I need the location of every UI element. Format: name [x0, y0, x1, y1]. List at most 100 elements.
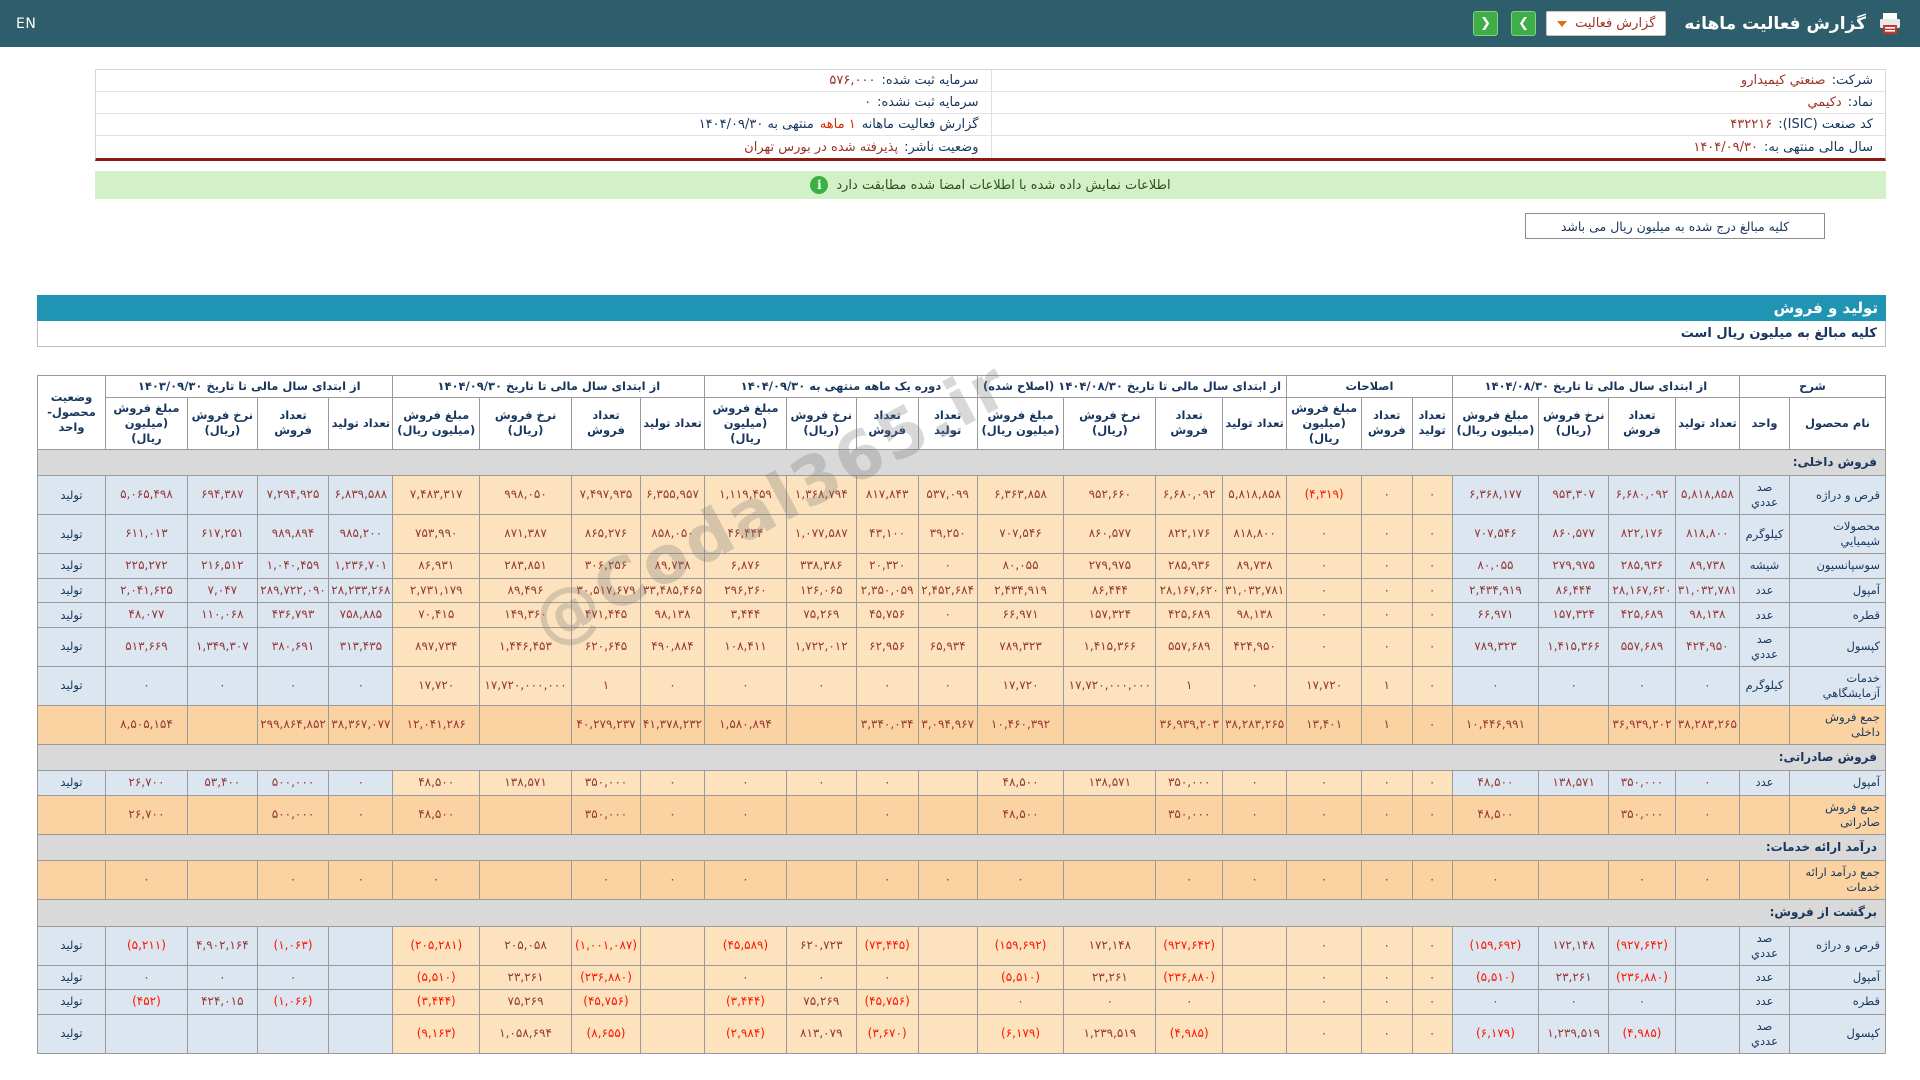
- column-header: مبلغ فروش (میلیون ریال): [976, 396, 1065, 450]
- value-cell: (۲۳۶,۸۸۰): [1155, 964, 1224, 991]
- value-cell: ۰: [1451, 860, 1540, 901]
- value-cell: ۱۲۶,۰۶۵: [785, 577, 857, 604]
- section-row: درآمد ارائه خدمات:: [37, 833, 1886, 862]
- value-cell: ۲۸۹,۷۲۲,۰۹۰: [256, 577, 330, 604]
- value-cell: ۵۵۷,۶۸۹: [1608, 626, 1676, 667]
- value-cell: ۳۵۰,۰۰۰: [1608, 794, 1676, 835]
- status-cell: تولید: [37, 1013, 106, 1054]
- value-cell: ۴۲۴,۹۵۰: [1222, 626, 1288, 667]
- value-cell: ۴۸,۵۰۰: [976, 794, 1065, 835]
- company-info: شرکت: صنعتي کيميدارو نماد: دکيمي کد صنعت…: [95, 69, 1886, 161]
- info-row-isic: کد صنعت (ISIC): ۴۳۲۲۱۶: [991, 114, 1885, 136]
- value-cell: ۳,۳۴۰,۰۳۴: [855, 704, 919, 745]
- value-cell: (۴۵۲): [105, 989, 188, 1015]
- value-cell: ۳۸۰,۶۹۱: [256, 626, 330, 667]
- value-cell: ۸۹,۷۳۸: [1674, 553, 1741, 579]
- status-cell: تولید: [37, 770, 106, 796]
- value-cell: (۴,۳۱۹): [1286, 475, 1362, 516]
- value-cell: (۵,۵۱۰): [392, 964, 481, 991]
- value-cell: ۸۶۰,۵۷۷: [1538, 514, 1610, 555]
- value-cell: ۳۱,۰۳۲,۷۸۱: [1222, 577, 1288, 604]
- value-cell: (۴۵,۷۵۶): [855, 989, 919, 1015]
- symbol-value: دکيمي: [1807, 95, 1842, 110]
- value-cell: ۱۳۸,۵۷۱: [1063, 770, 1157, 796]
- value-cell: ۰: [1222, 860, 1288, 901]
- value-cell: ۰: [704, 770, 787, 796]
- value-cell: ۱,۲۳۹,۵۱۹: [1063, 1013, 1157, 1054]
- value-cell: [785, 860, 857, 901]
- value-cell: ۰: [328, 794, 394, 835]
- value-cell: [328, 964, 394, 991]
- column-header: تعداد تولید: [328, 396, 394, 450]
- production-table-body: فروش داخلی: قرص و دراژه صد عددي ۵,۸۱۸,۸۵۸ ۶,…: [37, 448, 1886, 1054]
- language-toggle[interactable]: EN: [16, 16, 36, 32]
- section-row-label: فروش داخلی:: [37, 448, 1886, 477]
- value-cell: ۰: [256, 964, 330, 991]
- value-cell: ۱۰۸,۴۱۱: [704, 626, 787, 667]
- value-cell: [186, 794, 258, 835]
- isic-label: کد صنعت (ISIC):: [1778, 117, 1873, 132]
- next-report-button[interactable]: ❯: [1511, 11, 1537, 36]
- value-cell: ۳,۰۹۴,۹۶۷: [917, 704, 978, 745]
- value-cell: ۰: [1063, 989, 1157, 1015]
- value-cell: ۸۶,۴۴۴: [1063, 577, 1157, 604]
- value-cell: ۰: [1286, 577, 1362, 604]
- table-row: آمپول عدد ۳۱,۰۳۲,۷۸۱ ۲۸,۱۶۷,۶۲۰ ۸۶,۴۴۴ ۲,۴۳۴,…: [37, 577, 1886, 604]
- column-header: تعداد تولید: [639, 396, 706, 450]
- publisher-status-value: پذیرفته شده در بورس تهران: [744, 139, 899, 155]
- value-cell: [917, 794, 978, 835]
- value-cell: ۰: [1411, 989, 1453, 1015]
- value-cell: ۰: [917, 860, 978, 901]
- value-cell: ۱۲,۰۴۱,۲۸۶: [392, 704, 481, 745]
- value-cell: ۱,۰۷۷,۵۸۷: [785, 514, 857, 555]
- value-cell: (۶,۱۷۹): [976, 1013, 1065, 1054]
- report-type-dropdown[interactable]: گزارش فعالیت: [1546, 11, 1667, 36]
- value-cell: ۳۰,۵۱۷,۶۷۹: [571, 577, 641, 604]
- value-cell: [1538, 860, 1610, 901]
- company-label: شرکت:: [1831, 73, 1873, 88]
- value-cell: ۱,۴۴۶,۴۵۳: [479, 626, 573, 667]
- table-row: کپسول صد عددي ۴۲۴,۹۵۰ ۵۵۷,۶۸۹ ۱,۴۱۵,۳۶۶ ۷۸۹,۳…: [37, 626, 1886, 667]
- value-cell: ۶,۸۳۹,۵۸۸: [328, 475, 394, 516]
- value-cell: [186, 704, 258, 745]
- value-cell: ۰: [1411, 602, 1453, 628]
- note-holder: کلیه مبالغ درج شده به میلیون ریال می باش…: [37, 213, 1825, 239]
- page: گزارش فعالیت ماهانه گزارش فعالیت ❯ ❮ EN …: [0, 0, 1920, 1080]
- value-cell: ۴۸,۵۰۰: [392, 770, 481, 796]
- column-header: تعداد تولید: [1222, 396, 1288, 450]
- value-cell: ۹۵۲,۶۶۰: [1063, 475, 1157, 516]
- value-cell: [917, 925, 978, 966]
- value-cell: ۳۶,۹۳۹,۲۰۲: [1608, 704, 1676, 745]
- product-name-cell: قرص و دراژه: [1789, 475, 1886, 516]
- value-cell: ۹۸,۱۳۸: [1674, 602, 1741, 628]
- value-cell: ۷۵۳,۹۹۰: [392, 514, 481, 555]
- value-cell: ۰: [855, 770, 919, 796]
- unit-cell: شيشه: [1739, 553, 1790, 579]
- value-cell: ۲۸,۱۶۷,۶۲۰: [1608, 577, 1676, 604]
- value-cell: ۰: [1286, 770, 1362, 796]
- status-cell: تولید: [37, 626, 106, 667]
- value-cell: ۱,۲۳۹,۵۱۹: [1538, 1013, 1610, 1054]
- value-cell: [1674, 925, 1741, 966]
- column-header: نرخ فروش (ریال): [785, 396, 857, 450]
- value-cell: ۸۰,۰۵۵: [1451, 553, 1540, 579]
- value-cell: ۸۶۵,۲۷۶: [571, 514, 641, 555]
- value-cell: ۵۱۳,۶۶۹: [105, 626, 188, 667]
- value-cell: ۰: [186, 665, 258, 706]
- print-icon[interactable]: [1876, 10, 1904, 38]
- total-row: جمع درآمد ارائه خدمات ۰ ۰ ۰ ۰ ۰ ۰ ۰ ۰ ۰ ۰ ۰ ۰ ۰ ۰ ۰ ۰ ۰ ۰: [37, 860, 1886, 901]
- value-cell: ۱۳۸,۵۷۱: [479, 770, 573, 796]
- report-period-label: گزارش فعالیت ماهانه: [861, 117, 979, 132]
- value-cell: ۱,۳۴۹,۳۰۷: [186, 626, 258, 667]
- report-period-suffix: منتهی به ۱۴۰۴/۰۹/۳۰: [698, 117, 814, 132]
- unit-cell: صد عددي: [1739, 626, 1790, 667]
- value-cell: ۴۰,۲۷۹,۲۳۷: [571, 704, 641, 745]
- info-row-fiscal-year: سال مالی منتهی به: ۱۴۰۴/۰۹/۳۰: [992, 136, 1886, 158]
- section-row: فروش صادراتی:: [37, 743, 1886, 772]
- value-cell: ۲,۴۳۴,۹۱۹: [1451, 577, 1540, 604]
- value-cell: ۰: [785, 770, 857, 796]
- status-cell: تولید: [37, 989, 106, 1015]
- unit-cell: کيلوگرم: [1739, 665, 1790, 706]
- amounts-note-text: کلیه مبالغ درج شده به میلیون ریال می باش…: [1560, 218, 1790, 234]
- prev-report-button[interactable]: ❮: [1473, 11, 1499, 36]
